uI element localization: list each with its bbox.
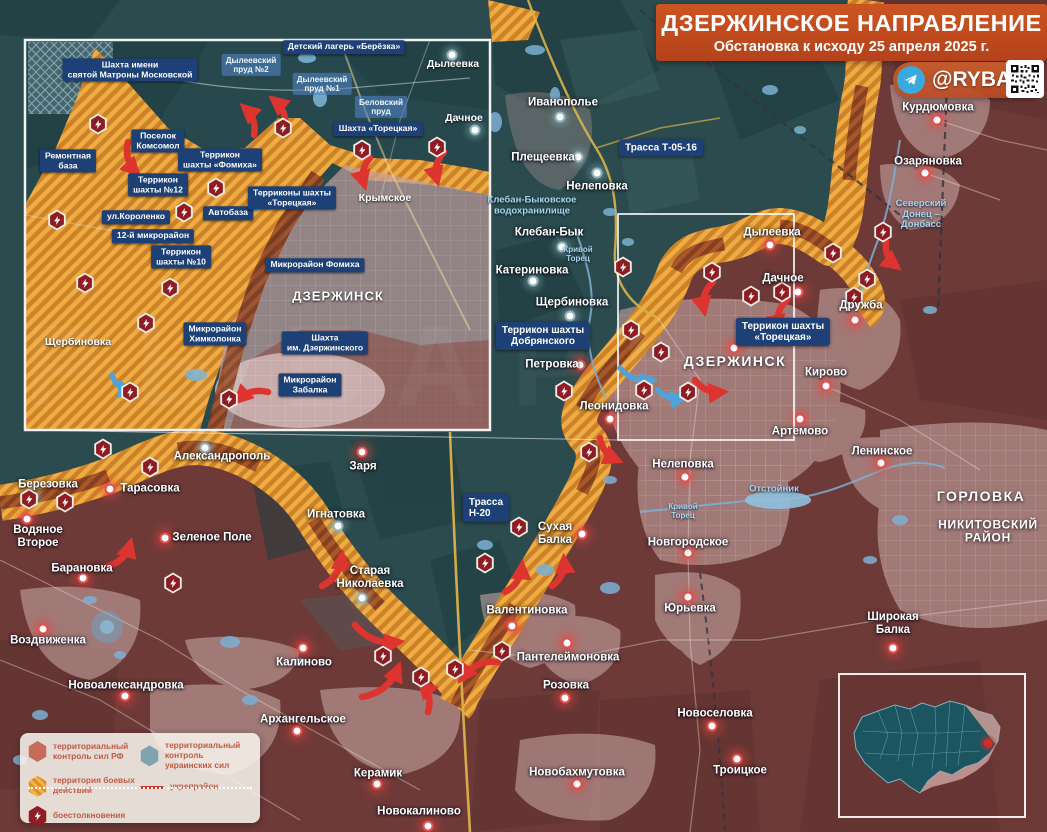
legend-label: боестолкновения [53, 811, 125, 821]
legend-label: территориальный контроль украинских сил [165, 741, 252, 771]
map-label: Тарасовка [120, 483, 179, 496]
title-banner: ДЗЕРЖИНСКОЕ НАПРАВЛЕНИЕ Обстановка к исх… [656, 4, 1047, 61]
map-label: Калиново [276, 657, 332, 670]
map-label: Розовка [543, 680, 589, 693]
map-label: ДЗЕРЖИНСК [684, 354, 786, 370]
legend: территориальный контроль сил РФ территор… [20, 733, 260, 823]
map-label: Дылеевский пруд №1 [293, 73, 352, 95]
map-label: НИКИТОВСКИЙ РАЙОН [938, 519, 1038, 546]
page-subtitle: Обстановка к исходу 25 апреля 2025 г. [714, 39, 990, 55]
map-label: Новокалиново [377, 806, 461, 819]
map-label: Архангельское [260, 714, 346, 727]
map-label: Валентиновка [486, 605, 567, 618]
map-label: Микрорайон Забалка [279, 373, 342, 396]
map-label: Новоалександровка [68, 680, 183, 693]
map-label: Клебан-Бык [515, 227, 584, 240]
map-label: Александрополь [174, 451, 271, 464]
map-label: Детский лагерь «Берёзка» [283, 40, 405, 54]
map-label: Поселок Комсомол [131, 129, 184, 152]
map-label: Петровка [525, 359, 578, 372]
telegram-icon [897, 66, 925, 94]
map-label: Дачное [762, 273, 803, 286]
map-label: Отстойник [749, 485, 799, 496]
map-label: Кирово [805, 367, 847, 380]
map-label: Пантелеймоновка [517, 652, 620, 665]
map-label: Террикон шахты №12 [128, 173, 188, 196]
map-label: Шахта «Торецкая» [334, 122, 423, 136]
map-label: Новоселовка [677, 708, 752, 721]
map-label: Трасса Н-20 [463, 494, 509, 522]
map-label: Террикон шахты «Фомиха» [178, 148, 262, 171]
map-label: Кривой Торец [668, 503, 697, 521]
map-label: Ремонтная база [40, 149, 96, 172]
map-label: Микрорайон Фомиха [265, 258, 364, 272]
map-label: Новобахмутовка [529, 767, 625, 780]
map-label: Березовка [18, 479, 78, 492]
legend-swatch-ua-control [140, 745, 159, 766]
legend-road-overlay [28, 787, 252, 789]
legend-swatch-clashes [28, 806, 47, 827]
map-label: Катериновка [496, 265, 569, 278]
map-label: Водяное Второе [13, 524, 63, 550]
page-title: ДЗЕРЖИНСКОЕ НАПРАВЛЕНИЕ [661, 10, 1041, 37]
legend-label: территориальный контроль сил РФ [53, 742, 140, 762]
map-label: Терриконы шахты «Торецкая» [248, 186, 336, 209]
map-label: Ленинское [852, 446, 913, 459]
map-label: Кривой Торец [563, 246, 592, 264]
map-label: Крымское [359, 193, 412, 205]
map-label: Дылеевка [427, 59, 479, 71]
map-label: Озаряновка [894, 156, 962, 169]
map-label: Керамик [354, 768, 402, 781]
map-label: Дылеевский пруд №2 [222, 54, 281, 76]
map-label: Троицкое [713, 765, 767, 778]
map-label: Нелеповка [652, 459, 713, 472]
ukraine-overview-inset [838, 673, 1026, 818]
map-label: Леонидовка [579, 401, 648, 414]
map-label: Беловский пруд [355, 96, 407, 118]
map-label: Щербиновка [45, 337, 111, 349]
map-label: Воздвиженка [10, 635, 86, 648]
map-label: Игнатовка [307, 509, 365, 522]
map-label: Автобаза [203, 206, 253, 220]
map-label: Юрьевка [664, 603, 716, 616]
map-label: Дачное [445, 113, 483, 125]
map-label: Террикон шахты Добрянского [496, 322, 590, 350]
map-label: 12-й микрорайон [112, 229, 194, 243]
map-label: Артемово [772, 426, 828, 439]
map-label: Трасса Т-05-16 [619, 139, 703, 156]
map-canvas: РЫБАРЬ Шахта имени святой Матроны Москов… [0, 0, 1047, 832]
map-label: Старая Николаевка [336, 565, 403, 591]
map-label: Барановка [51, 563, 112, 576]
legend-swatch-rf-control [28, 741, 47, 762]
map-label: ГОРЛОВКА [937, 489, 1026, 505]
map-label: ДЗЕРЖИНСК [292, 290, 384, 305]
map-label: Клебан-Быковское водохранилище [488, 195, 577, 216]
map-label: Щербиновка [536, 297, 609, 310]
map-label: Нелеповка [566, 181, 627, 194]
map-label: Шахта им. Дзержинского [282, 331, 368, 354]
map-label: Иванополье [528, 97, 598, 110]
qr-code[interactable] [1006, 60, 1044, 98]
map-label: Микрорайон Химколонка [184, 322, 247, 345]
map-label: Дылеевка [743, 227, 800, 240]
map-label: Дружба [839, 300, 882, 313]
map-label: Заря [349, 461, 376, 474]
map-label: Плещеевка [511, 152, 575, 165]
map-label: Северский Донец – Донбасс [896, 199, 947, 231]
map-label: Зеленое Поле [172, 532, 251, 545]
map-label: Террикон шахты «Торецкая» [736, 318, 830, 346]
map-label: Террикон шахты №10 [151, 245, 211, 268]
map-label: Шахта имени святой Матроны Московской [63, 58, 198, 81]
map-label: Новгородское [648, 537, 729, 550]
map-label: Сухая Балка [538, 521, 572, 547]
map-label: Курдюмовка [902, 102, 974, 115]
map-label: ул.Короленко [102, 210, 170, 224]
map-label: Широкая Балка [867, 611, 919, 637]
